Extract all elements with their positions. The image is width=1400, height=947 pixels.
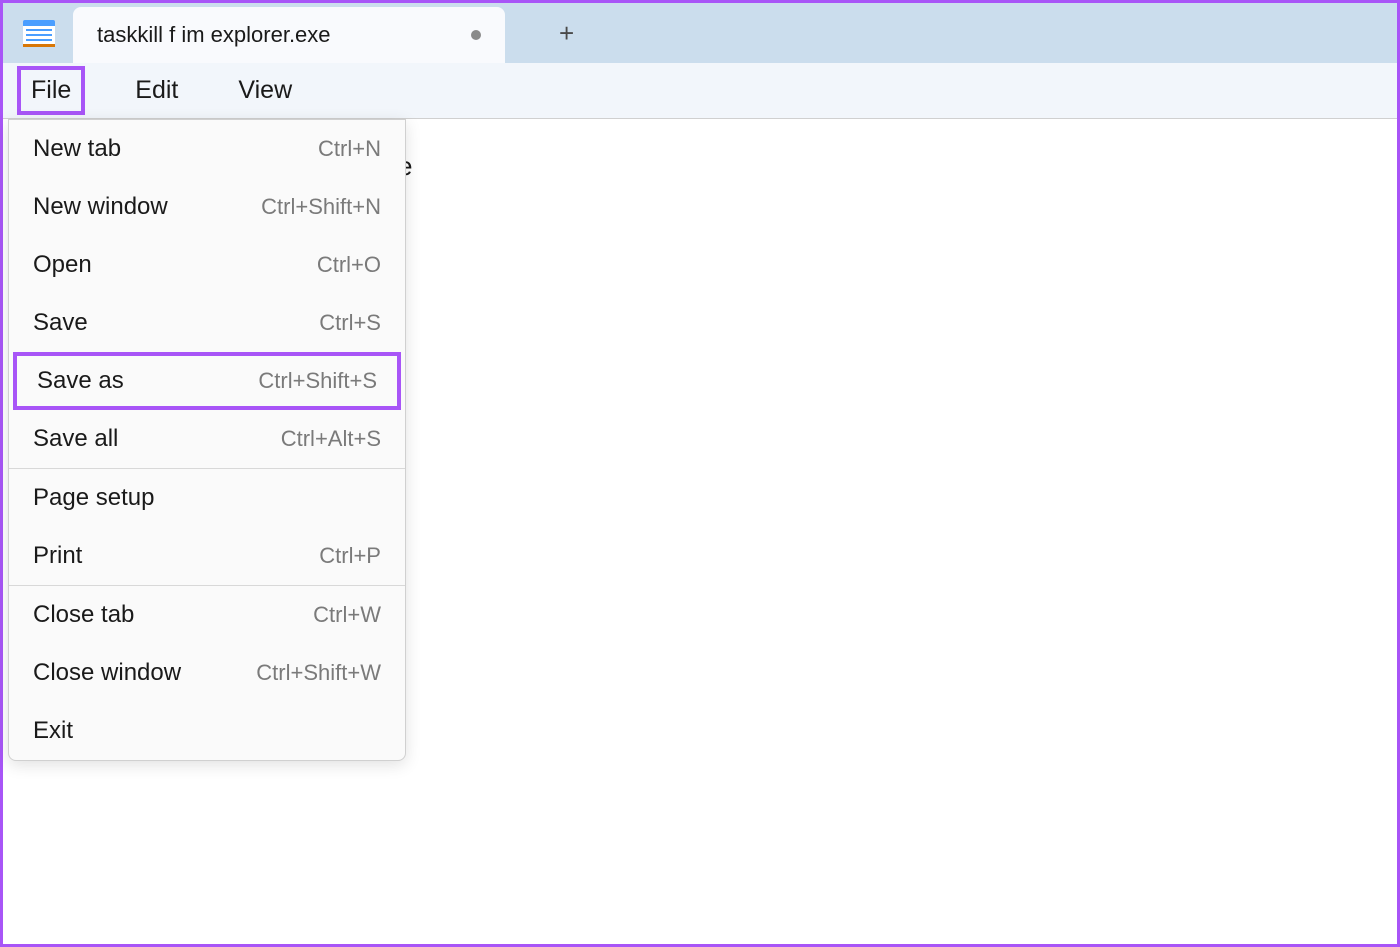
menu-view[interactable]: View [228,70,302,111]
menu-entry-open[interactable]: Open Ctrl+O [9,236,405,294]
menu-label: Save all [33,425,118,453]
menu-bar: File Edit View [3,63,1397,119]
menu-entry-save-all[interactable]: Save all Ctrl+Alt+S [9,410,405,468]
menu-entry-save-as[interactable]: Save as Ctrl+Shift+S [13,352,401,410]
menu-label: Save as [37,367,124,395]
menu-shortcut: Ctrl+W [313,602,381,628]
menu-shortcut: Ctrl+P [319,543,381,569]
menu-shortcut: Ctrl+Alt+S [281,426,381,452]
notepad-icon [23,17,55,49]
title-bar: taskkill f im explorer.exe + [3,3,1397,63]
menu-entry-save[interactable]: Save Ctrl+S [9,294,405,352]
menu-shortcut: Ctrl+O [317,252,381,278]
plus-icon: + [559,18,574,49]
menu-edit[interactable]: Edit [125,70,188,111]
menu-entry-page-setup[interactable]: Page setup [9,469,405,527]
document-tab[interactable]: taskkill f im explorer.exe [73,7,505,63]
menu-entry-new-window[interactable]: New window Ctrl+Shift+N [9,178,405,236]
menu-label: New tab [33,135,121,163]
menu-label: New window [33,193,168,221]
menu-shortcut: Ctrl+Shift+S [258,368,377,394]
menu-entry-print[interactable]: Print Ctrl+P [9,527,405,585]
menu-label: Close window [33,659,181,687]
menu-entry-close-window[interactable]: Close window Ctrl+Shift+W [9,644,405,702]
tab-title: taskkill f im explorer.exe [97,22,331,48]
menu-label: Exit [33,717,73,745]
menu-label: Save [33,309,88,337]
menu-shortcut: Ctrl+S [319,310,381,336]
menu-shortcut: Ctrl+Shift+N [261,194,381,220]
menu-entry-new-tab[interactable]: New tab Ctrl+N [9,120,405,178]
menu-entry-close-tab[interactable]: Close tab Ctrl+W [9,586,405,644]
menu-label: Print [33,542,82,570]
modified-indicator-icon [471,30,481,40]
menu-label: Open [33,251,92,279]
menu-file[interactable]: File [17,66,85,115]
menu-label: Page setup [33,484,154,512]
menu-entry-exit[interactable]: Exit [9,702,405,760]
menu-shortcut: Ctrl+N [318,136,381,162]
editor-area[interactable]: e New tabCtrl+NNew windowCtrl+Shift+NOpe… [3,119,1397,944]
file-dropdown-menu: New tab Ctrl+N New window Ctrl+Shift+N Open C… [8,119,406,761]
new-tab-button[interactable]: + [545,11,589,55]
menu-label: Close tab [33,601,134,629]
menu-shortcut: Ctrl+Shift+W [256,660,381,686]
